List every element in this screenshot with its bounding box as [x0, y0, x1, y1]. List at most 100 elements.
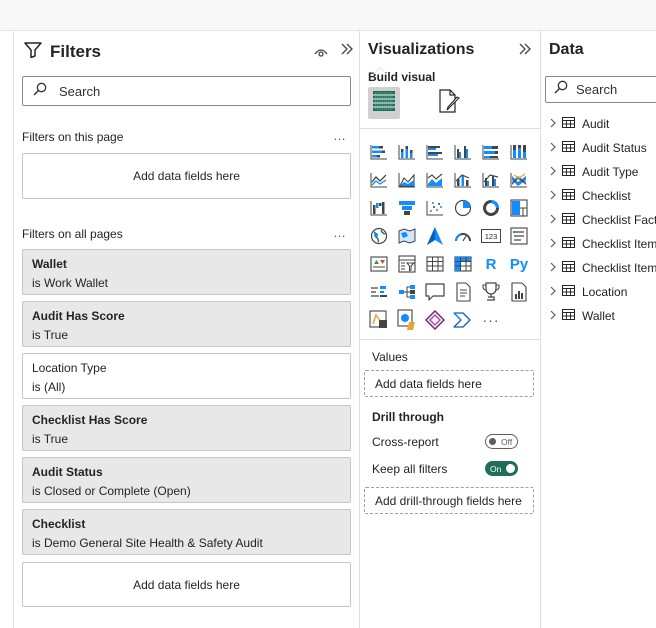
qa-icon[interactable] [424, 281, 446, 303]
python-visual-icon[interactable]: Py [508, 253, 530, 275]
area-chart-icon[interactable] [396, 169, 418, 191]
filter-card-value: is True [32, 328, 69, 342]
data-title: Data [549, 41, 584, 58]
waterfall-chart-icon[interactable] [368, 197, 390, 219]
line-chart-icon[interactable] [368, 169, 390, 191]
paginated-report-icon[interactable] [508, 281, 530, 303]
chevron-right-icon[interactable] [549, 118, 561, 131]
table-icon[interactable] [424, 253, 446, 275]
key-influencers-icon[interactable] [368, 281, 390, 303]
data-table-name: Audit Type [582, 165, 639, 179]
slicer-icon[interactable] [396, 253, 418, 275]
chevron-right-icon[interactable] [549, 238, 561, 251]
filters-title: Filters [50, 42, 102, 61]
filter-card-audit-has-score[interactable]: Audit Has Score is True [22, 301, 351, 347]
chevron-right-icon[interactable] [549, 310, 561, 323]
eye-icon[interactable] [314, 45, 328, 63]
line-and-stacked-column-icon[interactable] [452, 169, 474, 191]
chevron-right-icon[interactable] [549, 142, 561, 155]
more-options-icon[interactable]: … [333, 128, 347, 143]
kpi-icon[interactable] [368, 253, 390, 275]
data-pane: Data Search Audit Audit Status Audit Typ… [541, 31, 656, 628]
keep-all-filters-label: Keep all filters [372, 462, 448, 476]
collapse-visualizations-icon[interactable] [518, 42, 532, 61]
filter-card-audit-status[interactable]: Audit Status is Closed or Complete (Open… [22, 457, 351, 503]
more-visuals-icon[interactable]: ··· [480, 309, 502, 331]
scatter-chart-icon[interactable] [424, 197, 446, 219]
more-options-icon[interactable]: … [333, 225, 347, 240]
filled-map-icon[interactable] [396, 225, 418, 247]
build-visual-tab[interactable] [368, 87, 400, 119]
cross-report-toggle[interactable]: Off [485, 434, 518, 449]
paintbrush-page-icon [435, 88, 461, 119]
chevron-right-icon[interactable] [549, 262, 561, 275]
data-table-item[interactable]: Checklist [549, 186, 631, 206]
data-table-item[interactable]: Audit Status [549, 138, 647, 158]
filter-card-value: is (All) [32, 380, 66, 394]
funnel-chart-icon[interactable] [396, 197, 418, 219]
line-and-clustered-column-icon[interactable] [480, 169, 502, 191]
data-table-name: Checklist Item [582, 261, 656, 275]
treemap-icon[interactable] [508, 197, 530, 219]
chevron-right-icon[interactable] [549, 286, 561, 299]
filter-card-checklist-has-score[interactable]: Checklist Has Score is True [22, 405, 351, 451]
toggle-knob [506, 464, 515, 473]
stacked-area-chart-icon[interactable] [424, 169, 446, 191]
map-icon[interactable] [368, 225, 390, 247]
data-search-input[interactable]: Search [545, 76, 656, 103]
power-apps-icon[interactable] [368, 309, 390, 331]
filter-card-checklist[interactable]: Checklist is Demo General Site Health & … [22, 509, 351, 555]
data-table-item[interactable]: Audit [549, 114, 609, 134]
collapse-filters-icon[interactable] [340, 42, 354, 61]
tab-indicator [373, 67, 387, 74]
filter-card-value: is Closed or Complete (Open) [32, 484, 191, 498]
power-apps-diamond-icon[interactable] [424, 309, 446, 331]
chevron-right-icon[interactable] [549, 214, 561, 227]
visualizations-pane: Visualizations Build visual 123 R Py ···… [360, 31, 541, 628]
clustered-column-chart-icon[interactable] [452, 141, 474, 163]
add-data-fields-page[interactable]: Add data fields here [22, 153, 351, 199]
filter-card-wallet[interactable]: Wallet is Work Wallet [22, 249, 351, 295]
chevron-right-icon[interactable] [549, 190, 561, 203]
add-data-fields-all-pages[interactable]: Add data fields here [22, 562, 351, 607]
data-table-item[interactable]: Audit Type [549, 162, 638, 182]
table-icon [562, 309, 575, 323]
100-stacked-bar-chart-icon[interactable] [480, 141, 502, 163]
filter-icon [24, 41, 42, 63]
stacked-column-chart-icon[interactable] [396, 141, 418, 163]
100-stacked-column-chart-icon[interactable] [508, 141, 530, 163]
section-divider [360, 339, 541, 340]
filters-search-input[interactable]: Search [22, 76, 351, 106]
pie-chart-icon[interactable] [452, 197, 474, 219]
card-icon[interactable]: 123 [480, 225, 502, 247]
format-visual-tab[interactable] [432, 87, 464, 119]
power-automate-arrows-icon[interactable] [452, 309, 474, 331]
keep-all-filters-toggle[interactable]: On [485, 461, 518, 476]
chevron-right-icon[interactable] [549, 166, 561, 179]
data-table-item[interactable]: Wallet [549, 306, 615, 326]
stacked-bar-chart-icon[interactable] [368, 141, 390, 163]
table-icon [562, 213, 575, 227]
data-table-item[interactable]: Checklist Item [549, 258, 656, 278]
power-automate-icon[interactable] [396, 309, 418, 331]
values-add-fields-well[interactable]: Add data fields here [364, 370, 534, 397]
multi-row-card-icon[interactable] [508, 225, 530, 247]
clustered-bar-chart-icon[interactable] [424, 141, 446, 163]
smart-narrative-icon[interactable] [452, 281, 474, 303]
data-table-item[interactable]: Location [549, 282, 627, 302]
data-table-item[interactable]: Checklist Fact [549, 210, 656, 230]
metrics-icon[interactable] [480, 281, 502, 303]
filter-card-location-type[interactable]: Location Type is (All) [22, 353, 351, 399]
matrix-icon[interactable] [452, 253, 474, 275]
ribbon-chart-icon[interactable] [508, 169, 530, 191]
gauge-icon[interactable] [452, 225, 474, 247]
filter-card-value: is True [32, 432, 69, 446]
r-visual-icon[interactable]: R [480, 253, 502, 275]
drill-through-add-fields-well[interactable]: Add drill-through fields here [364, 487, 534, 514]
decomposition-tree-icon[interactable] [396, 281, 418, 303]
donut-chart-icon[interactable] [480, 197, 502, 219]
search-placeholder: Search [576, 82, 618, 97]
azure-map-icon[interactable] [424, 225, 446, 247]
search-icon [33, 82, 47, 101]
data-table-item[interactable]: Checklist Item [549, 234, 656, 254]
